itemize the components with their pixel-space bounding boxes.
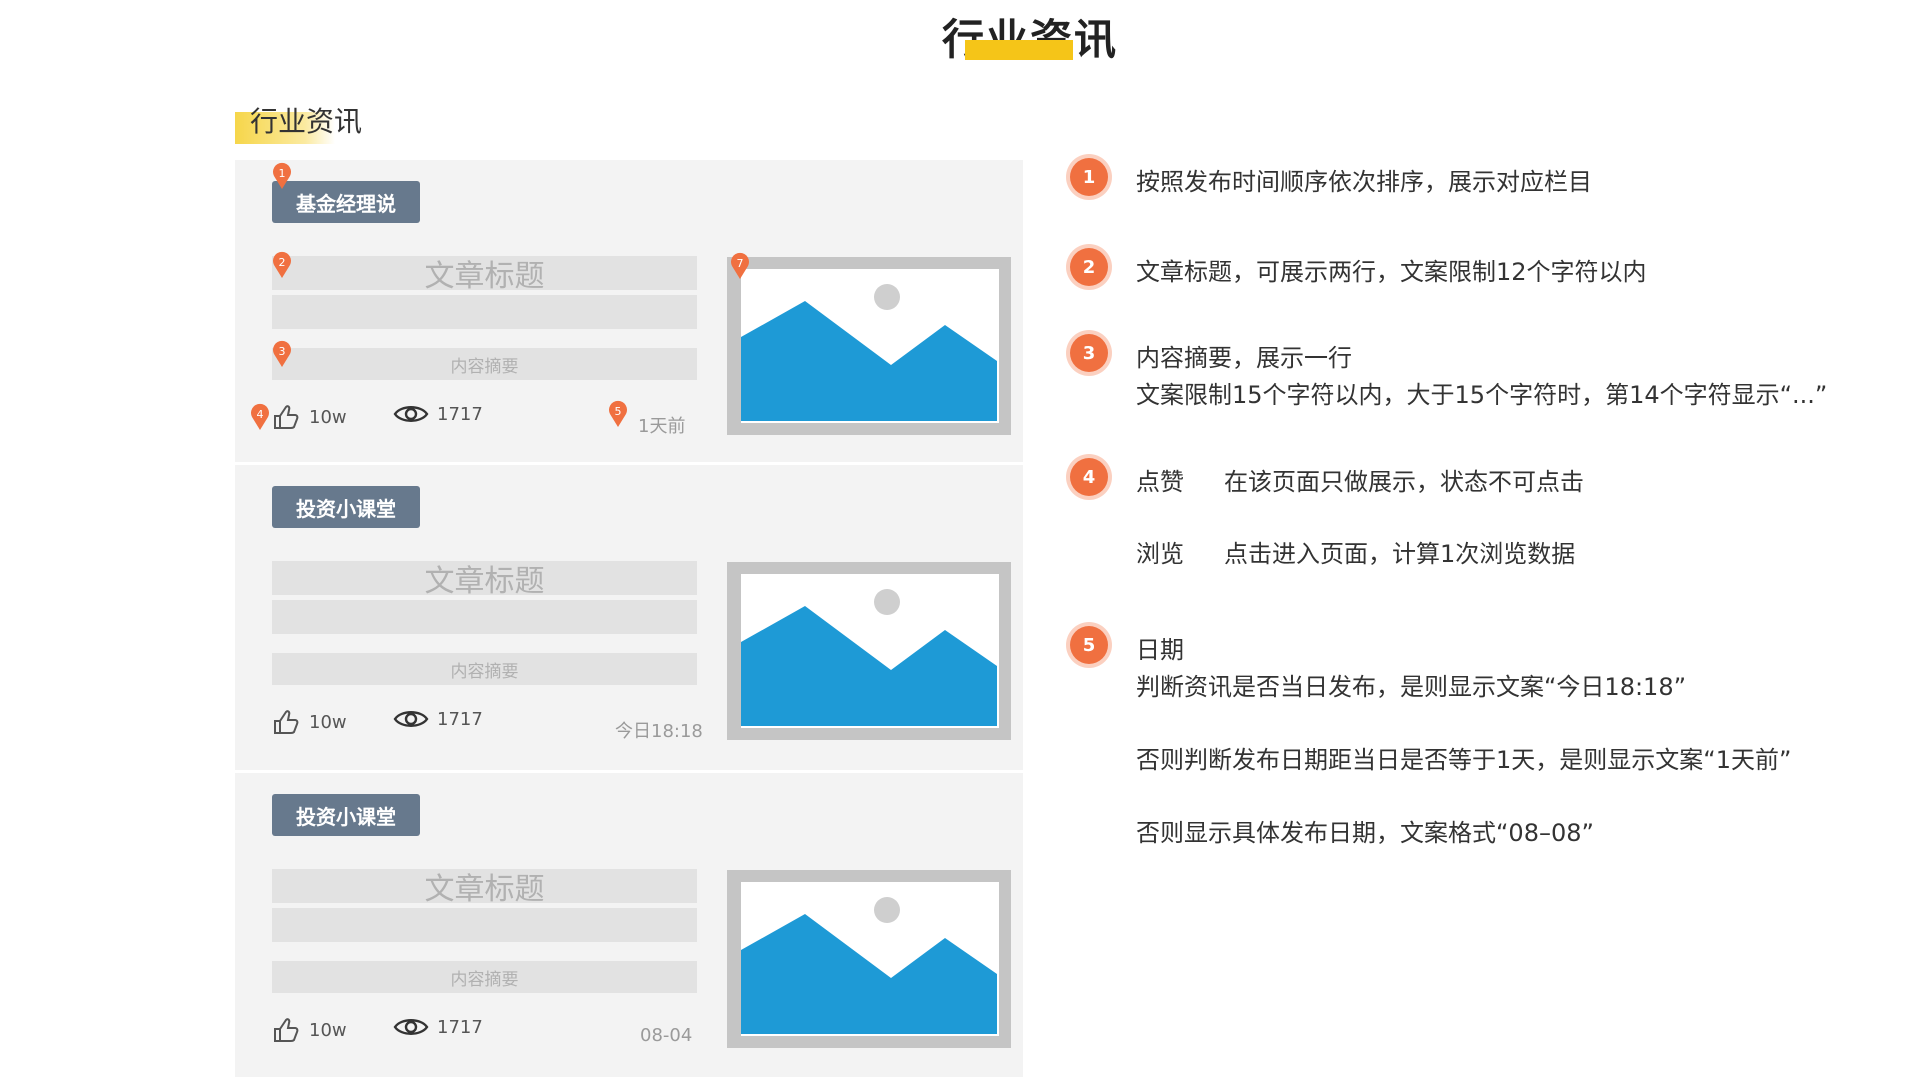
note-5-line-1: 日期 (1136, 636, 1184, 664)
like-stat: 10w (271, 402, 347, 432)
annotation-marker-2: 2 (273, 251, 291, 278)
eye-icon (393, 711, 429, 727)
note-4-like-label: 点赞 (1136, 468, 1184, 496)
article-title-line2 (272, 295, 697, 329)
svg-text:4: 4 (257, 408, 264, 421)
article-thumbnail[interactable] (727, 562, 1011, 740)
svg-text:3: 3 (279, 345, 286, 358)
note-4-view-text: 点击进入页面，计算1次浏览数据 (1224, 540, 1576, 568)
publish-date: 08-04 (640, 1025, 693, 1046)
svg-text:7: 7 (737, 257, 744, 270)
like-count: 10w (309, 711, 347, 733)
article-title-bar[interactable]: 文章标题 (272, 256, 697, 294)
category-tag[interactable]: 投资小课堂 (272, 794, 420, 836)
svg-text:5: 5 (615, 405, 622, 418)
article-thumbnail[interactable] (727, 870, 1011, 1048)
publish-date: 1天前 (638, 416, 686, 437)
image-placeholder-icon (741, 897, 997, 1034)
view-stat: 1717 (393, 402, 483, 426)
article-title-bar[interactable]: 文章标题 (272, 869, 697, 907)
annotation-marker-1: 1 (273, 162, 291, 189)
view-stat: 1717 (393, 1015, 483, 1039)
note-4-like-text: 在该页面只做展示，状态不可点击 (1224, 468, 1584, 496)
news-card[interactable]: 基金经理说 文章标题 内容摘要 10w 1717 1天前 (235, 160, 1023, 460)
note-3-line-1: 内容摘要，展示一行 (1136, 344, 1352, 372)
annotation-marker-5: 5 (609, 400, 627, 427)
annotation-marker-4: 4 (251, 403, 269, 430)
section-title: 行业资讯 (250, 105, 363, 138)
note-number-4: 4 (1070, 458, 1108, 496)
article-thumbnail[interactable] (727, 257, 1011, 435)
title-highlight (965, 40, 1073, 60)
note-4-view-label: 浏览 (1136, 540, 1184, 568)
note-3-line-2: 文案限制15个字符以内，大于15个字符时，第14个字符显示“...” (1136, 381, 1828, 409)
note-number-3: 3 (1070, 334, 1108, 372)
article-summary-bar: 内容摘要 (272, 961, 697, 993)
note-1-text: 按照发布时间顺序依次排序，展示对应栏目 (1136, 168, 1592, 196)
category-tag[interactable]: 投资小课堂 (272, 486, 420, 528)
article-summary-bar: 内容摘要 (272, 653, 697, 685)
news-list-panel: 基金经理说 文章标题 内容摘要 10w 1717 1天前 投资小课堂 文章标题 … (235, 160, 1023, 1077)
page-title: 行业资讯 (0, 6, 1920, 67)
like-count: 10w (309, 406, 347, 428)
article-summary-bar: 内容摘要 (272, 348, 697, 380)
like-stat: 10w (271, 1015, 347, 1045)
article-title-line2 (272, 908, 697, 942)
like-stat: 10w (271, 707, 347, 737)
publish-date: 今日18:18 (615, 721, 703, 742)
note-number-1: 1 (1070, 158, 1108, 196)
annotation-marker-3: 3 (273, 340, 291, 367)
news-card[interactable]: 投资小课堂 文章标题 内容摘要 10w 1717 今日18:18 (235, 462, 1023, 765)
note-number-5: 5 (1070, 626, 1108, 664)
news-card[interactable]: 投资小课堂 文章标题 内容摘要 10w 1717 08-04 (235, 770, 1023, 1073)
view-stat: 1717 (393, 707, 483, 731)
like-count: 10w (309, 1019, 347, 1041)
eye-icon (393, 1019, 429, 1035)
note-4-like: 点赞 在该页面只做展示，状态不可点击 (1136, 462, 1584, 497)
note-4-view: 浏览 点击进入页面，计算1次浏览数据 (1136, 534, 1575, 569)
svg-text:2: 2 (279, 256, 286, 269)
annotation-marker-7: 7 (731, 252, 749, 279)
svg-text:1: 1 (279, 167, 286, 180)
note-number-2: 2 (1070, 248, 1108, 286)
image-placeholder-icon (741, 589, 997, 726)
article-title-line2 (272, 600, 697, 634)
thumbs-up-icon (274, 405, 299, 429)
thumbs-up-icon (274, 710, 299, 734)
eye-icon (393, 406, 429, 422)
view-count: 1717 (437, 1016, 483, 1038)
thumbs-up-icon (274, 1018, 299, 1042)
note-2-text: 文章标题，可展示两行，文案限制12个字符以内 (1136, 258, 1647, 286)
view-count: 1717 (437, 403, 483, 425)
note-5-line-4: 否则显示具体发布日期，文案格式“08–08” (1136, 819, 1594, 847)
note-5-line-2: 判断资讯是否当日发布，是则显示文案“今日18:18” (1136, 673, 1687, 701)
note-5-line-3: 否则判断发布日期距当日是否等于1天，是则显示文案“1天前” (1136, 746, 1792, 774)
view-count: 1717 (437, 708, 483, 730)
category-tag[interactable]: 基金经理说 (272, 181, 420, 223)
image-placeholder-icon (741, 284, 997, 421)
article-title-bar[interactable]: 文章标题 (272, 561, 697, 599)
